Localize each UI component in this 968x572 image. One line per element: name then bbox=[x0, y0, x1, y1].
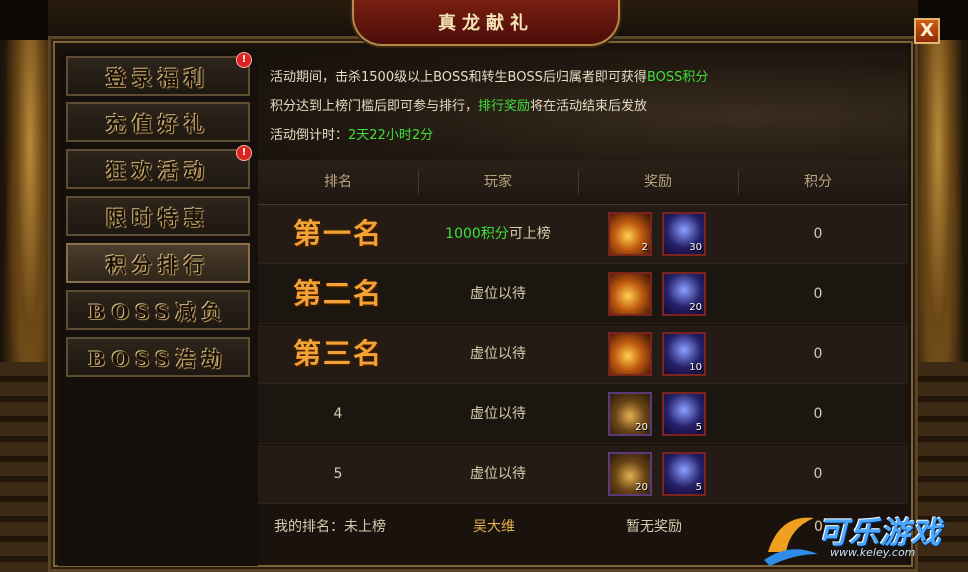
sidebar: 登录福利 ! 充值好礼 狂欢活动 ! 限时特惠 积分排行 BOSS减负 BOSS… bbox=[58, 50, 258, 566]
rank-third: 第三名 bbox=[292, 337, 383, 370]
rank-reward-highlight: 排行奖励 bbox=[478, 99, 531, 114]
table-row: 第一名 1000积分可上榜 2 30 0 bbox=[258, 205, 908, 264]
potion-reward-icon[interactable] bbox=[608, 332, 652, 376]
header-player: 玩家 bbox=[484, 174, 512, 190]
close-button[interactable]: X bbox=[914, 18, 940, 44]
reward-count: 20 bbox=[689, 302, 702, 313]
my-player-name: 吴大维 bbox=[473, 519, 515, 535]
rank-cell: 5 bbox=[333, 466, 343, 482]
info-text: 活动期间，击杀1500级以上BOSS和转生BOSS后归属者即可获得 bbox=[270, 70, 647, 85]
player-text: 可上榜 bbox=[508, 226, 551, 242]
tab-boss-catastrophe[interactable]: BOSS浩劫 bbox=[66, 337, 250, 377]
site-watermark: 可乐游戏 www.keley.com bbox=[760, 504, 968, 572]
header-reward: 奖励 bbox=[644, 174, 672, 190]
table-row: 第二名 虚位以待 20 0 bbox=[258, 265, 908, 324]
potion-reward-icon[interactable] bbox=[608, 272, 652, 316]
score-cell: 0 bbox=[813, 226, 823, 242]
crystal-reward-icon[interactable]: 20 bbox=[662, 272, 706, 316]
reward-count: 20 bbox=[635, 422, 648, 433]
my-rank-label: 我的排名：未上榜 bbox=[274, 519, 386, 535]
countdown-value: 2天22小时2分 bbox=[348, 128, 434, 143]
tab-points-ranking[interactable]: 积分排行 bbox=[66, 243, 250, 283]
player-cell: 虚位以待 bbox=[470, 406, 526, 422]
watermark-url: www.keley.com bbox=[830, 546, 916, 559]
alert-badge-icon: ! bbox=[236, 145, 252, 161]
treasure-chest-icon[interactable]: 20 bbox=[608, 452, 652, 496]
tab-label: 限时特惠 bbox=[106, 205, 210, 230]
tab-label: BOSS浩劫 bbox=[88, 346, 228, 371]
countdown: 活动倒计时：2天22小时2分 bbox=[270, 124, 433, 143]
crystal-reward-icon[interactable]: 30 bbox=[662, 212, 706, 256]
tab-limited-sale[interactable]: 限时特惠 bbox=[66, 196, 250, 236]
score-cell: 0 bbox=[813, 346, 823, 362]
reward-count: 10 bbox=[689, 362, 702, 373]
rank-first: 第一名 bbox=[292, 217, 383, 250]
table-row: 第三名 虚位以待 10 0 bbox=[258, 325, 908, 384]
tab-label: 积分排行 bbox=[106, 252, 210, 277]
table-row: 5 虚位以待 20 5 0 bbox=[258, 445, 908, 504]
event-info-panel: 活动期间，击杀1500级以上BOSS和转生BOSS后归属者即可获得BOSS积分 … bbox=[258, 50, 908, 162]
countdown-label: 活动倒计时： bbox=[270, 128, 349, 143]
tab-label: 狂欢活动 bbox=[106, 158, 210, 183]
table-row: 4 虚位以待 20 5 0 bbox=[258, 385, 908, 444]
boss-points-highlight: BOSS积分 bbox=[646, 70, 709, 85]
reward-count: 30 bbox=[689, 242, 702, 253]
reward-count: 5 bbox=[695, 482, 702, 493]
ranking-table-header: 排名 玩家 奖励 积分 bbox=[258, 160, 908, 205]
player-cell: 虚位以待 bbox=[470, 346, 526, 362]
crystal-reward-icon[interactable]: 5 bbox=[662, 452, 706, 496]
info-line-1: 活动期间，击杀1500级以上BOSS和转生BOSS后归属者即可获得BOSS积分 bbox=[270, 66, 708, 85]
tab-carnival[interactable]: 狂欢活动 ! bbox=[66, 145, 252, 189]
watermark-logo-icon bbox=[764, 517, 818, 566]
points-threshold: 1000积分 bbox=[445, 226, 509, 242]
tab-login-bonus[interactable]: 登录福利 ! bbox=[66, 52, 252, 96]
crystal-reward-icon[interactable]: 10 bbox=[662, 332, 706, 376]
player-cell: 虚位以待 bbox=[470, 286, 526, 302]
tab-label: BOSS减负 bbox=[88, 299, 228, 324]
rank-second: 第二名 bbox=[292, 277, 383, 310]
window-title: 真龙献礼 bbox=[352, 0, 620, 46]
player-cell: 1000积分可上榜 bbox=[418, 205, 578, 263]
my-reward-text: 暂无奖励 bbox=[626, 519, 682, 535]
treasure-chest-icon[interactable]: 20 bbox=[608, 392, 652, 436]
potion-reward-icon[interactable]: 2 bbox=[608, 212, 652, 256]
tab-label: 登录福利 bbox=[106, 65, 210, 90]
score-cell: 0 bbox=[813, 286, 823, 302]
tab-boss-reduce[interactable]: BOSS减负 bbox=[66, 290, 250, 330]
info-line-2: 积分达到上榜门槛后即可参与排行，排行奖励将在活动结束后发放 bbox=[270, 95, 647, 114]
crystal-reward-icon[interactable]: 5 bbox=[662, 392, 706, 436]
reward-count: 2 bbox=[641, 242, 648, 253]
header-score: 积分 bbox=[804, 174, 832, 190]
info-text: 积分达到上榜门槛后即可参与排行， bbox=[270, 99, 479, 114]
alert-badge-icon: ! bbox=[236, 52, 252, 68]
header-rank: 排名 bbox=[324, 174, 352, 190]
tab-recharge-gift[interactable]: 充值好礼 bbox=[66, 102, 250, 142]
reward-count: 5 bbox=[695, 422, 702, 433]
rank-cell: 4 bbox=[333, 406, 343, 422]
reward-count: 20 bbox=[635, 482, 648, 493]
info-text: 将在活动结束后发放 bbox=[530, 99, 648, 114]
tab-label: 充值好礼 bbox=[106, 111, 210, 136]
player-cell: 虚位以待 bbox=[470, 466, 526, 482]
score-cell: 0 bbox=[813, 466, 823, 482]
score-cell: 0 bbox=[813, 406, 823, 422]
